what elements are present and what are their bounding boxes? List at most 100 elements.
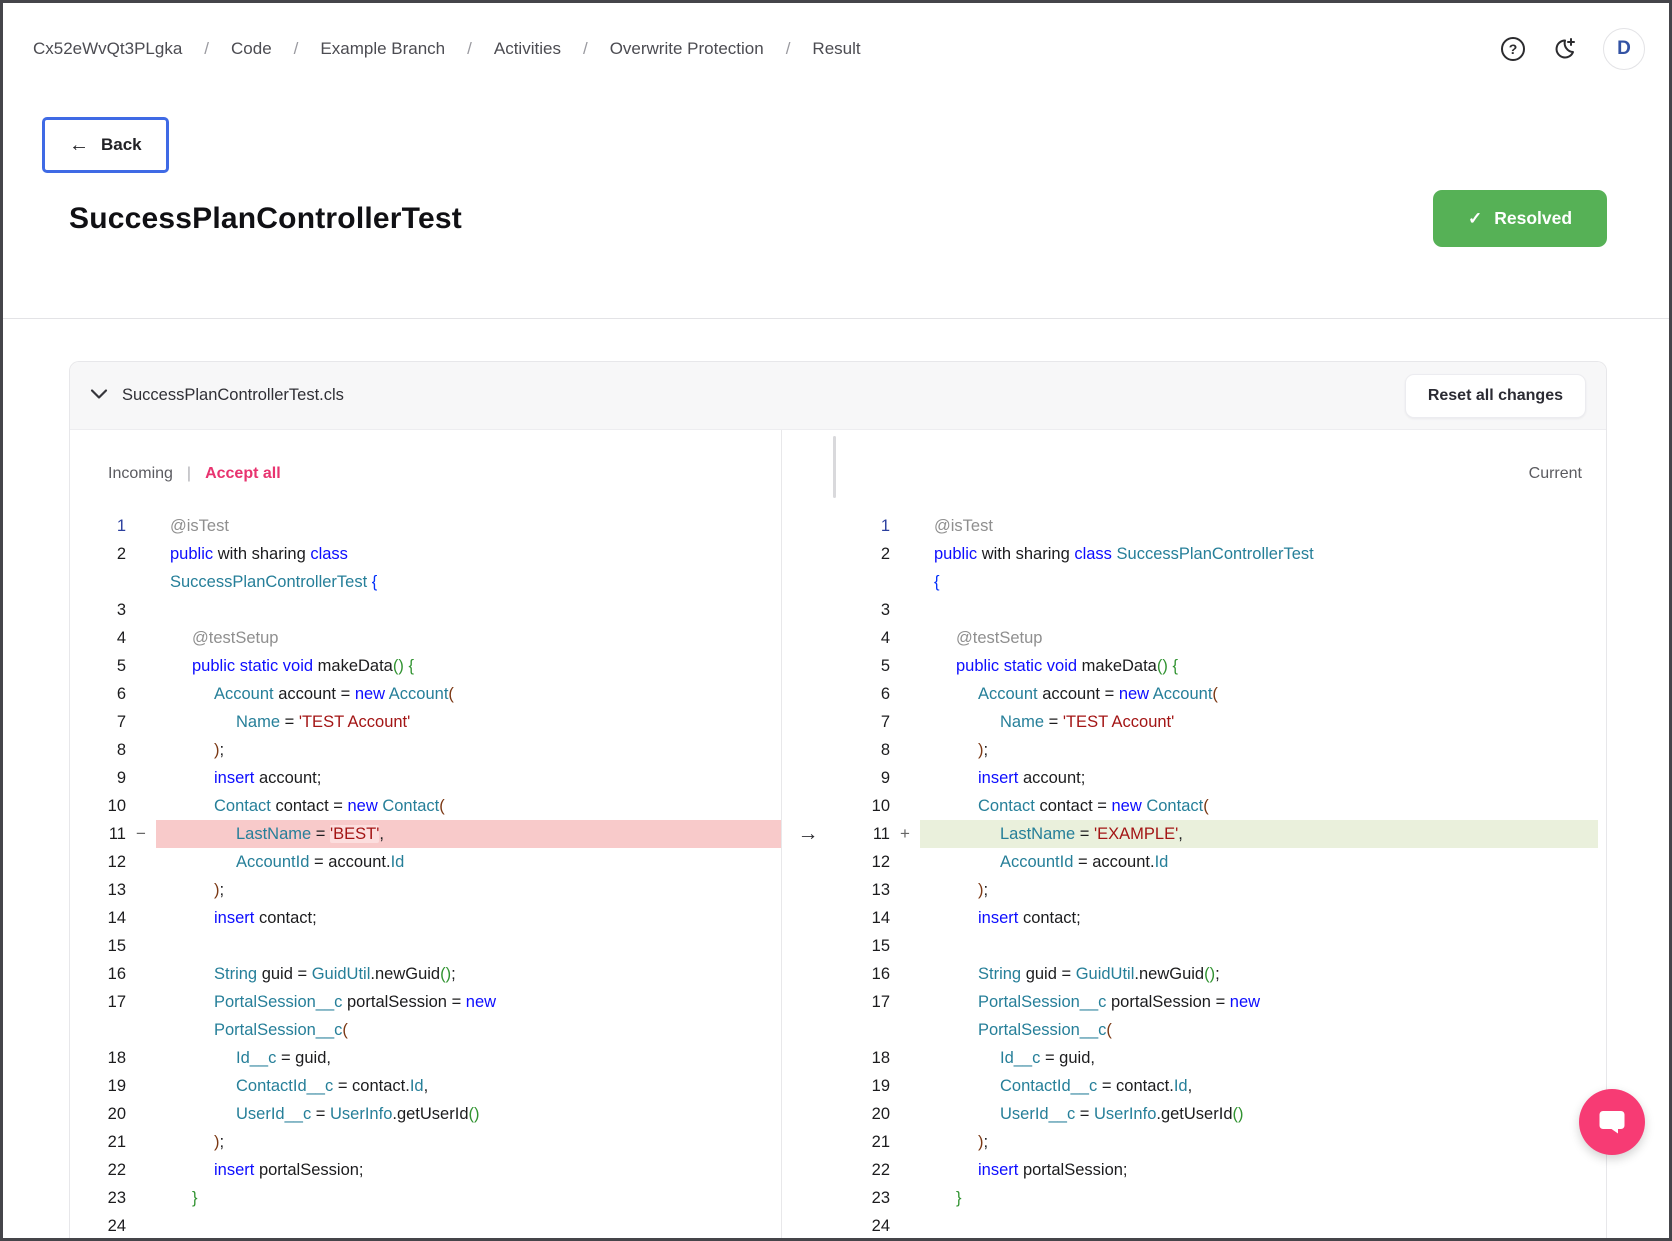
conflict-resolution-page: { "breadcrumb": { "items": ["Cx52eWvQt3P…	[0, 0, 1672, 1241]
line-number: 19	[834, 1072, 890, 1100]
code-line: 11+LastName = 'EXAMPLE',	[834, 820, 1606, 848]
chevron-down-icon	[90, 388, 108, 403]
help-icon[interactable]: ?	[1501, 37, 1525, 61]
line-number: 2	[834, 540, 890, 568]
line-number: 8	[70, 736, 126, 764]
line-number: 18	[834, 1044, 890, 1072]
line-number: 23	[70, 1184, 126, 1212]
page-title: SuccessPlanControllerTest	[69, 202, 462, 236]
line-number: 2	[70, 540, 126, 568]
file-name: SuccessPlanControllerTest.cls	[122, 386, 344, 405]
apply-change-arrow[interactable]: →	[782, 820, 834, 848]
breadcrumb-separator: /	[461, 39, 478, 59]
breadcrumb-item[interactable]: Cx52eWvQt3PLgka	[33, 39, 182, 59]
line-number: 7	[834, 708, 890, 736]
incoming-pane-header: Incoming | Accept all	[70, 430, 781, 504]
incoming-code: 1@isTest2public with sharing classSucces…	[70, 504, 781, 1238]
file-card-header: SuccessPlanControllerTest.cls Reset all …	[70, 362, 1606, 430]
code-line: 23}	[834, 1184, 1606, 1212]
code-text: LastName = 'BEST',	[156, 820, 781, 848]
code-text: insert contact;	[920, 904, 1598, 932]
code-text: insert portalSession;	[920, 1156, 1598, 1184]
resolved-button[interactable]: ✓ Resolved	[1433, 190, 1607, 247]
line-number: 23	[834, 1184, 890, 1212]
line-number: 3	[70, 596, 126, 624]
code-text: AccountId = account.Id	[920, 848, 1598, 876]
code-text: }	[920, 1184, 1598, 1212]
line-number: 22	[70, 1156, 126, 1184]
code-text: Name = 'TEST Account'	[156, 708, 781, 736]
breadcrumb-separator: /	[780, 39, 797, 59]
code-text	[920, 1212, 1598, 1238]
back-arrow-icon: ←	[69, 135, 89, 155]
code-line: 24	[834, 1212, 1606, 1238]
code-text: Id__c = guid,	[156, 1044, 781, 1072]
code-line: 18 Id__c = guid,	[70, 1044, 781, 1072]
line-number: 12	[834, 848, 890, 876]
code-line: 19ContactId__c = contact.Id,	[70, 1072, 781, 1100]
code-text: @testSetup	[920, 624, 1598, 652]
code-line: 2 public with sharing classSuccessPlanCon…	[70, 540, 781, 596]
chat-launcher-button[interactable]	[1579, 1089, 1645, 1155]
code-text: insert account;	[156, 764, 781, 792]
code-line: 24	[70, 1212, 781, 1238]
code-line: 12AccountId = account.Id	[70, 848, 781, 876]
code-line: 16String guid = GuidUtil.newGuid();	[834, 960, 1606, 988]
line-number: 14	[834, 904, 890, 932]
code-text: );	[156, 1128, 781, 1156]
code-line: 12 AccountId = account.Id	[834, 848, 1606, 876]
back-button[interactable]: ← Back	[42, 117, 169, 173]
code-text: PortalSession__c portalSession = newPort…	[920, 988, 1598, 1044]
line-number: 14	[70, 904, 126, 932]
reset-all-changes-button[interactable]: Reset all changes	[1405, 374, 1586, 418]
change-marker: +	[890, 820, 920, 848]
line-number: 7	[70, 708, 126, 736]
line-number: 22	[834, 1156, 890, 1184]
line-number: 20	[70, 1100, 126, 1128]
line-number: 4	[70, 624, 126, 652]
code-line: 10Contact contact = new Contact(	[70, 792, 781, 820]
breadcrumb-item[interactable]: Result	[812, 39, 860, 59]
main-content: SuccessPlanControllerTest.cls Reset all …	[69, 361, 1607, 1238]
line-number: 24	[834, 1212, 890, 1238]
code-text: public with sharing class SuccessPlanCon…	[920, 540, 1598, 596]
line-number: 18	[70, 1044, 126, 1072]
code-line: 21);	[834, 1128, 1606, 1156]
code-line: 20UserId__c = UserInfo.getUserId()	[70, 1100, 781, 1128]
current-pane: Current 1@isTest2public with sharing cla…	[834, 430, 1606, 1238]
change-marker: −	[126, 820, 156, 848]
code-text	[920, 596, 1598, 624]
code-text: Contact contact = new Contact(	[920, 792, 1598, 820]
line-number: 10	[70, 792, 126, 820]
code-text: }	[156, 1184, 781, 1212]
resolved-label: Resolved	[1494, 208, 1572, 229]
avatar[interactable]: D	[1603, 28, 1645, 70]
file-collapse-toggle[interactable]: SuccessPlanControllerTest.cls	[90, 386, 344, 405]
code-text: insert contact;	[156, 904, 781, 932]
accept-all-button[interactable]: Accept all	[205, 465, 281, 483]
code-line: 15	[834, 932, 1606, 960]
breadcrumb-item[interactable]: Overwrite Protection	[610, 39, 764, 59]
line-number: 9	[834, 764, 890, 792]
code-text: public with sharing classSuccessPlanCont…	[156, 540, 781, 596]
current-pane-header: Current	[834, 430, 1606, 504]
code-text: String guid = GuidUtil.newGuid();	[920, 960, 1598, 988]
chat-bubble-icon	[1597, 1107, 1627, 1137]
code-text: );	[920, 736, 1598, 764]
header-separator: |	[187, 465, 191, 483]
breadcrumb-item[interactable]: Example Branch	[320, 39, 445, 59]
diff-view: Incoming | Accept all 1@isTest2public wi…	[70, 430, 1606, 1238]
line-number: 19	[70, 1072, 126, 1100]
line-number: 4	[834, 624, 890, 652]
top-icons: ? D	[1501, 28, 1645, 70]
dark-mode-moon-icon[interactable]	[1551, 36, 1577, 62]
breadcrumb-item[interactable]: Code	[231, 39, 272, 59]
code-text	[920, 932, 1598, 960]
code-text: LastName = 'EXAMPLE',	[920, 820, 1598, 848]
breadcrumb-separator: /	[577, 39, 594, 59]
code-text: public static void makeData() {	[156, 652, 781, 680]
scrollbar-thumb[interactable]	[833, 436, 836, 498]
back-label: Back	[101, 135, 142, 155]
breadcrumb-item[interactable]: Activities	[494, 39, 561, 59]
code-text	[156, 596, 781, 624]
